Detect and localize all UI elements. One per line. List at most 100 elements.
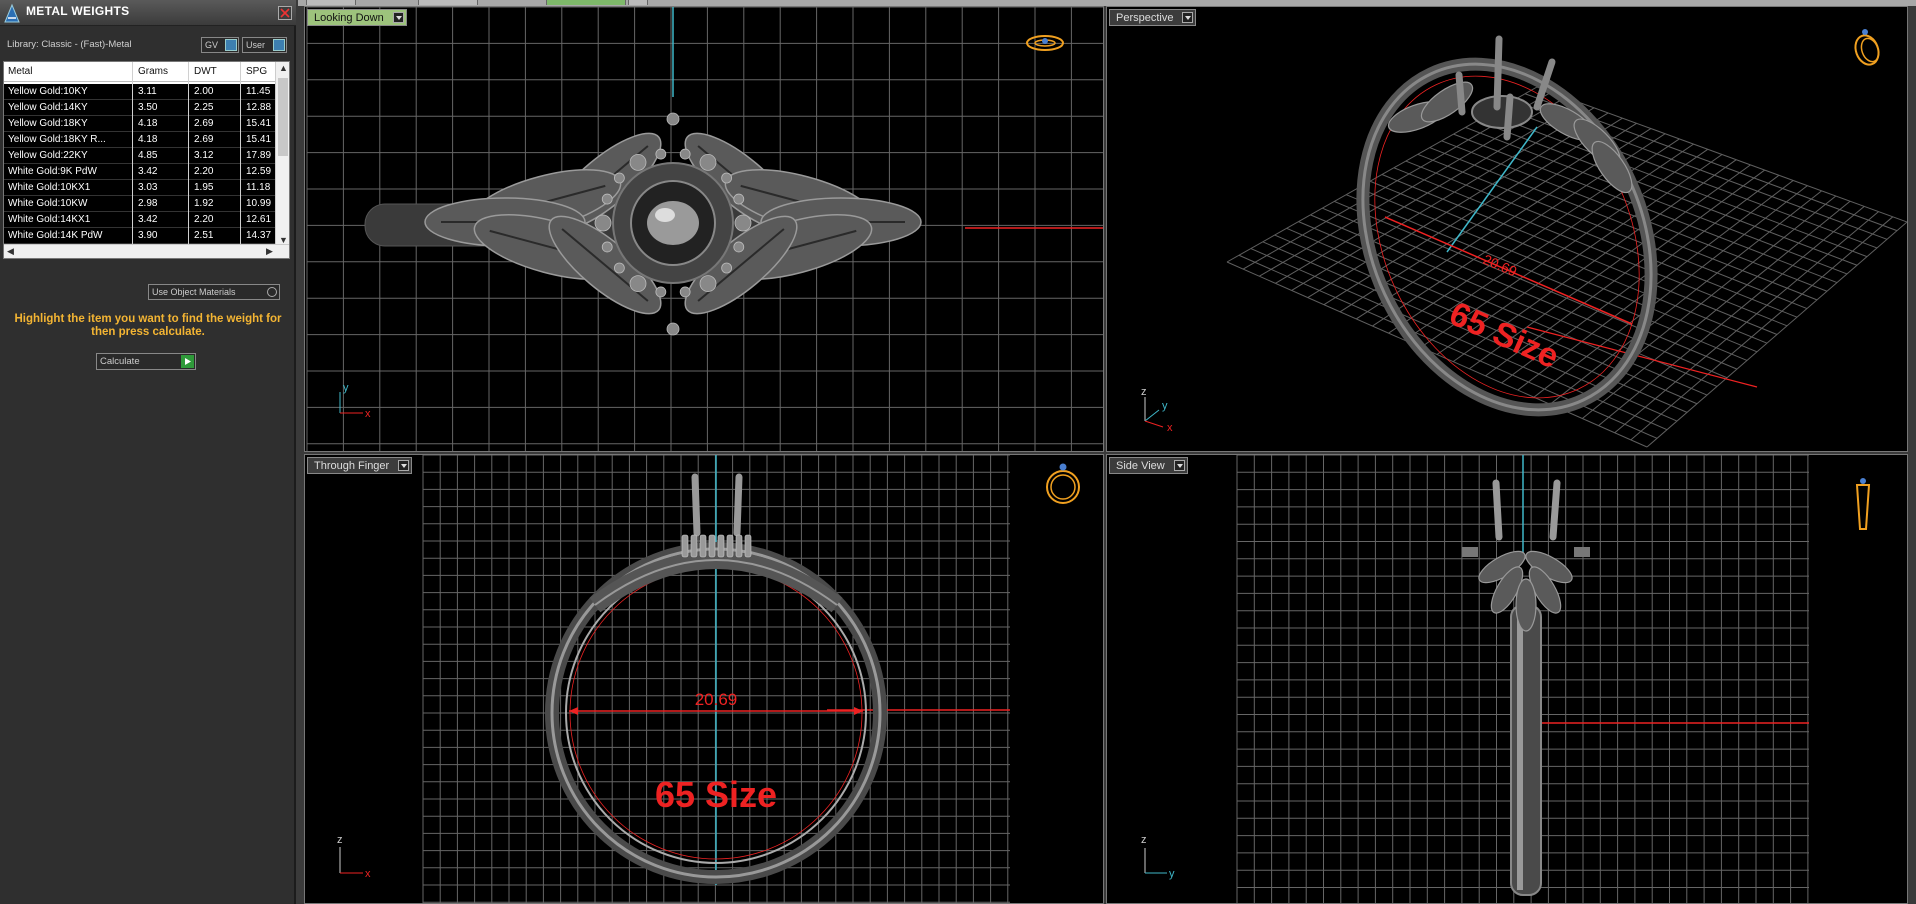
scroll-right-icon[interactable]: ▶: [266, 246, 273, 257]
scroll-left-icon[interactable]: ◀: [7, 246, 14, 257]
grid-overlay: 20.69 65 Size z y x: [1141, 29, 1907, 448]
view-tab[interactable]: [306, 0, 356, 5]
close-icon[interactable]: [278, 6, 292, 20]
panel-title: METAL WEIGHTS: [26, 4, 130, 18]
radio-icon: [267, 287, 277, 297]
scroll-up-icon[interactable]: ▲: [279, 63, 288, 73]
spg-cell: 15.41: [246, 118, 272, 129]
horizontal-scrollbar[interactable]: ◀ ▶: [4, 244, 289, 258]
info-icon: [225, 39, 237, 51]
use-object-materials-label: Use Object Materials: [152, 287, 236, 297]
dwt-cell: 2.00: [194, 86, 214, 97]
metal-weights-logo-icon: [4, 3, 20, 23]
axis-label-x: x: [365, 408, 371, 420]
table-row[interactable]: White Gold:10KW 2.98 1.92 10.99: [4, 196, 276, 212]
dwt-cell: 2.69: [194, 134, 214, 145]
view-tab[interactable]: [418, 0, 478, 5]
gv-label: GV: [205, 40, 219, 50]
spg-cell: 12.59: [246, 166, 272, 177]
ring-orientation-icon[interactable]: [1046, 463, 1080, 504]
view-tab[interactable]: [628, 0, 648, 5]
column-header-spg[interactable]: SPG: [246, 66, 267, 77]
ring-orientation-icon[interactable]: [1855, 478, 1871, 530]
metal-cell: Yellow Gold:18KY: [8, 118, 88, 129]
dropdown-arrow-icon[interactable]: [398, 460, 410, 471]
ring-size-label: 65 Size: [655, 774, 777, 815]
dropdown-arrow-icon[interactable]: [392, 12, 404, 23]
viewport-side-view[interactable]: z y Side View: [1106, 454, 1908, 904]
table-row[interactable]: Yellow Gold:18KY R... 4.18 2.69 15.41: [4, 132, 276, 148]
grams-cell: 3.03: [138, 182, 158, 193]
metal-cell: White Gold:9K PdW: [8, 166, 97, 177]
viewport-menu-through-finger[interactable]: Through Finger: [307, 457, 413, 474]
axis-label-x: x: [1167, 422, 1173, 434]
metal-cell: Yellow Gold:14KY: [8, 102, 88, 113]
viewport-through-finger[interactable]: 20.69 65 Size z x Through Finger: [304, 454, 1104, 904]
vertical-scrollbar[interactable]: ▲ ▼: [275, 62, 289, 246]
column-header-dwt[interactable]: DWT: [194, 66, 217, 77]
ring-top-view: [364, 112, 922, 336]
spg-cell: 15.41: [246, 134, 272, 145]
grams-cell: 3.50: [138, 102, 158, 113]
dropdown-arrow-icon[interactable]: [1182, 12, 1194, 23]
axis-label-z: z: [1141, 834, 1147, 846]
table-row[interactable]: Yellow Gold:10KY 3.11 2.00 11.45: [4, 84, 276, 100]
column-divider: [188, 62, 189, 258]
app-window: METAL WEIGHTS Library: Classic - (Fast)-…: [0, 0, 1916, 904]
axis-label-z: z: [1141, 386, 1147, 398]
viewport-label: Looking Down: [314, 12, 384, 24]
table-row[interactable]: White Gold:9K PdW 3.42 2.20 12.59: [4, 164, 276, 180]
column-header-metal[interactable]: Metal: [8, 66, 32, 77]
grid-overlay: y x: [306, 7, 1103, 451]
viewport-label: Perspective: [1116, 12, 1174, 24]
user-label: User: [246, 40, 266, 50]
dropdown-arrow-icon[interactable]: [1173, 460, 1185, 471]
use-object-materials-button[interactable]: Use Object Materials: [148, 284, 280, 300]
metal-cell: Yellow Gold:18KY R...: [8, 134, 106, 145]
metal-cell: White Gold:14K PdW: [8, 230, 103, 241]
column-divider: [132, 62, 133, 258]
table-header: Metal Grams DWT SPG: [4, 62, 276, 82]
dwt-cell: 2.51: [194, 230, 214, 241]
spg-cell: 10.99: [246, 198, 272, 209]
table-row[interactable]: White Gold:14KX1 3.42 2.20 12.61: [4, 212, 276, 228]
dwt-cell: 1.92: [194, 198, 214, 209]
table-row[interactable]: White Gold:14K PdW 3.90 2.51 14.37: [4, 228, 276, 244]
grams-cell: 4.85: [138, 150, 158, 161]
spg-cell: 11.18: [246, 182, 271, 193]
table-row[interactable]: White Gold:10KX1 3.03 1.95 11.18: [4, 180, 276, 196]
ring-orientation-icon[interactable]: [1852, 29, 1883, 68]
table-row[interactable]: Yellow Gold:18KY 4.18 2.69 15.41: [4, 116, 276, 132]
viewport-menu-side-view[interactable]: Side View: [1109, 457, 1188, 474]
info-icon: [273, 39, 285, 51]
table-row[interactable]: Yellow Gold:14KY 3.50 2.25 12.88: [4, 100, 276, 116]
metal-cell: Yellow Gold:22KY: [8, 150, 88, 161]
table-body: Yellow Gold:10KY 3.11 2.00 11.45 Yellow Gold…: [4, 84, 276, 258]
scrollbar-thumb[interactable]: [278, 78, 288, 156]
grams-cell: 3.11: [138, 86, 157, 97]
grams-cell: 4.18: [138, 118, 158, 129]
viewport-looking-down[interactable]: y x Looking Down: [304, 6, 1104, 452]
grams-cell: 3.42: [138, 214, 158, 225]
column-divider: [240, 62, 241, 258]
metal-cell: White Gold:14KX1: [8, 214, 91, 225]
gv-toggle[interactable]: GV: [201, 37, 239, 53]
column-header-grams[interactable]: Grams: [138, 66, 168, 77]
dwt-cell: 1.95: [194, 182, 214, 193]
grams-cell: 2.98: [138, 198, 158, 209]
dwt-cell: 2.20: [194, 214, 214, 225]
spg-cell: 11.45: [246, 86, 271, 97]
axis-label-y: y: [1169, 868, 1175, 880]
view-tab[interactable]: [546, 0, 626, 5]
dwt-cell: 3.12: [194, 150, 214, 161]
viewport-perspective[interactable]: 20.69 65 Size z y x Perspective: [1106, 6, 1908, 452]
viewport-menu-looking-down[interactable]: Looking Down: [307, 9, 407, 26]
user-toggle[interactable]: User: [242, 37, 287, 53]
calculate-button[interactable]: Calculate: [96, 353, 196, 370]
table-row[interactable]: Yellow Gold:22KY 4.85 3.12 17.89: [4, 148, 276, 164]
viewport-menu-perspective[interactable]: Perspective: [1109, 9, 1197, 26]
viewport-label: Through Finger: [314, 460, 390, 472]
dwt-cell: 2.69: [194, 118, 214, 129]
viewport-label: Side View: [1116, 460, 1165, 472]
metal-cell: White Gold:10KX1: [8, 182, 91, 193]
